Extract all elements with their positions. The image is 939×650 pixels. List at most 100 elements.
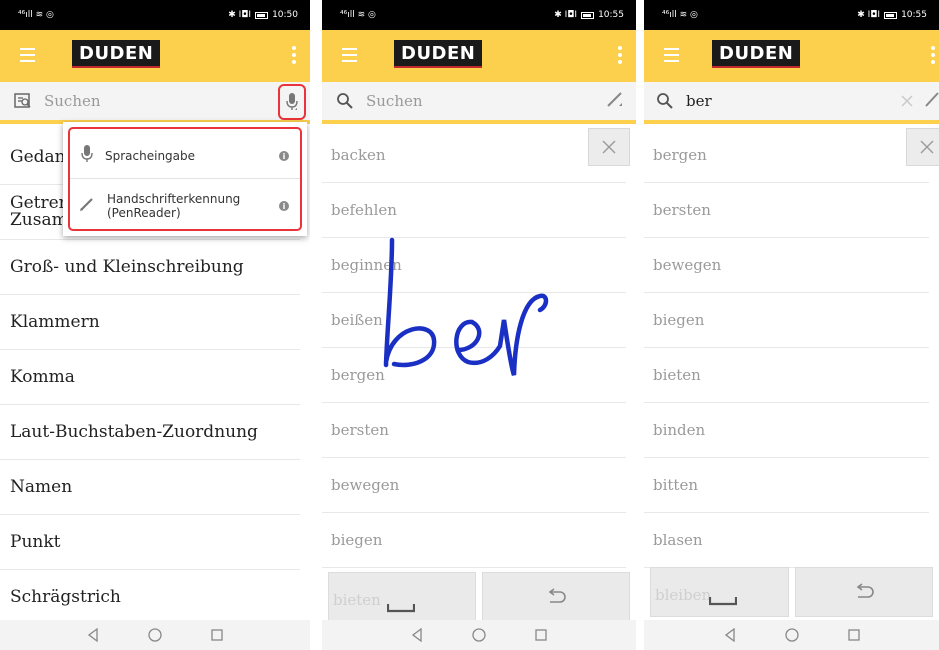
- list-item[interactable]: blasen: [644, 513, 929, 568]
- back-icon[interactable]: [84, 626, 102, 644]
- list-item[interactable]: bersten: [322, 403, 626, 458]
- status-bar: ⁴⁶ıll ≋ ◎ ✱ I◘I 10:55: [644, 0, 939, 30]
- duden-logo: DUDEN: [712, 40, 801, 68]
- mic-icon: [81, 144, 93, 168]
- back-icon[interactable]: [408, 626, 426, 644]
- list-item[interactable]: bergen: [644, 128, 929, 183]
- list-item[interactable]: binden: [644, 403, 929, 458]
- screen-2: ⁴⁶ıll ≋ ◎ ✱ I◘I 10:55 DUDEN backen befeh…: [322, 0, 636, 650]
- signal-indicator: ⁴⁶ıll ≋ ◎: [18, 10, 54, 20]
- clock: 10:55: [598, 10, 624, 20]
- mic-button[interactable]: [278, 84, 306, 120]
- nav-bar: [0, 620, 310, 650]
- app-bar: DUDEN: [644, 30, 939, 82]
- search-bar: [322, 82, 636, 124]
- overflow-menu-icon[interactable]: [292, 46, 296, 64]
- undo-icon: [856, 583, 874, 598]
- recents-icon[interactable]: [532, 626, 550, 644]
- menu-icon[interactable]: [20, 48, 35, 62]
- clear-search-icon[interactable]: [901, 92, 913, 111]
- close-icon: [602, 140, 616, 154]
- battery-icon: [884, 11, 898, 19]
- back-icon[interactable]: [721, 626, 739, 644]
- undo-key[interactable]: [794, 567, 933, 617]
- info-icon[interactable]: i: [279, 151, 289, 161]
- result-list: bergen bersten bewegen biegen bieten bin…: [644, 128, 939, 568]
- app-bar: DUDEN: [322, 30, 636, 82]
- overflow-menu-icon[interactable]: [931, 46, 935, 64]
- status-icons: ✱ I◘I: [857, 10, 881, 20]
- battery-icon: [255, 11, 269, 19]
- clock: 10:50: [272, 10, 298, 20]
- clock: 10:55: [901, 10, 927, 20]
- search-bar: [0, 82, 310, 124]
- handwriting-option[interactable]: Handschrifterkennung (PenReader) i: [63, 184, 307, 228]
- pencil-icon[interactable]: [925, 90, 939, 112]
- voice-input-label: Spracheingabe: [105, 149, 196, 163]
- list-item[interactable]: Groß- und Kleinschreibung: [0, 240, 300, 295]
- list-item[interactable]: biegen: [644, 293, 929, 348]
- recents-icon[interactable]: [845, 626, 863, 644]
- handwriting-label-line2: (PenReader): [107, 206, 181, 220]
- undo-icon: [548, 588, 566, 603]
- status-bar: ⁴⁶ıll ≋ ◎ ✱ I◘I 10:50: [0, 0, 310, 30]
- status-bar: ⁴⁶ıll ≋ ◎ ✱ I◘I 10:55: [322, 0, 636, 30]
- space-icon: [387, 604, 415, 613]
- list-item[interactable]: backen: [322, 128, 626, 183]
- book-search-icon: [14, 92, 32, 110]
- list-item[interactable]: Schrägstrich: [0, 570, 300, 625]
- list-item[interactable]: bewegen: [322, 458, 626, 513]
- search-bar: [644, 82, 939, 124]
- space-key[interactable]: bleiben: [650, 567, 789, 617]
- duden-logo: DUDEN: [72, 40, 161, 68]
- app-bar: DUDEN: [0, 30, 310, 82]
- recents-icon[interactable]: [208, 626, 226, 644]
- status-icons: ✱ I◘I: [554, 10, 578, 20]
- signal-indicator: ⁴⁶ıll ≋ ◎: [662, 10, 698, 20]
- home-icon[interactable]: [470, 626, 488, 644]
- undo-key[interactable]: [482, 572, 630, 622]
- list-item[interactable]: Laut-Buchstaben-Zuordnung: [0, 405, 300, 460]
- clear-handwriting-button[interactable]: [906, 128, 939, 166]
- overflow-menu-icon[interactable]: [618, 46, 622, 64]
- search-icon: [656, 92, 674, 110]
- list-item[interactable]: bewegen: [644, 238, 929, 293]
- space-icon: [709, 597, 737, 606]
- suggestion-ghost: bleiben: [655, 586, 712, 604]
- list-item[interactable]: bersten: [644, 183, 929, 238]
- clear-handwriting-button[interactable]: [588, 128, 630, 166]
- info-icon[interactable]: i: [279, 201, 289, 211]
- menu-icon[interactable]: [664, 48, 679, 62]
- search-input[interactable]: [366, 86, 606, 116]
- signal-indicator: ⁴⁶ıll ≋ ◎: [340, 10, 376, 20]
- list-item[interactable]: biegen: [322, 513, 626, 568]
- screen-3: ⁴⁶ıll ≋ ◎ ✱ I◘I 10:55 DUDEN bergen berst…: [644, 0, 939, 650]
- home-icon[interactable]: [783, 626, 801, 644]
- handwriting-label-line1: Handschrifterkennung: [107, 192, 241, 206]
- search-input[interactable]: [686, 86, 901, 116]
- list-item[interactable]: Punkt: [0, 515, 300, 570]
- home-icon[interactable]: [146, 626, 164, 644]
- nav-bar: [644, 620, 939, 650]
- pencil-icon[interactable]: [606, 90, 624, 112]
- battery-icon: [581, 11, 595, 19]
- voice-input-option[interactable]: Spracheingabe i: [63, 136, 307, 176]
- suggestion-ghost: bieten: [333, 591, 381, 609]
- handwriting-toolbar: bleiben: [650, 567, 933, 617]
- list-item[interactable]: Namen: [0, 460, 300, 515]
- search-input[interactable]: [44, 86, 310, 116]
- handwriting-label: Handschrifterkennung (PenReader): [107, 192, 240, 220]
- handwriting-toolbar: bieten: [328, 572, 630, 622]
- list-item[interactable]: bitten: [644, 458, 929, 513]
- handwriting-ink: [383, 237, 549, 376]
- pencil-icon: [79, 196, 95, 216]
- list-item-line: Zusam: [10, 210, 68, 230]
- list-item[interactable]: bieten: [644, 348, 929, 403]
- space-key[interactable]: bieten: [328, 572, 476, 622]
- duden-logo: DUDEN: [394, 40, 483, 68]
- menu-icon[interactable]: [342, 48, 357, 62]
- list-item[interactable]: Komma: [0, 350, 300, 405]
- list-item[interactable]: Klammern: [0, 295, 300, 350]
- close-icon: [920, 140, 934, 154]
- search-icon: [336, 92, 354, 110]
